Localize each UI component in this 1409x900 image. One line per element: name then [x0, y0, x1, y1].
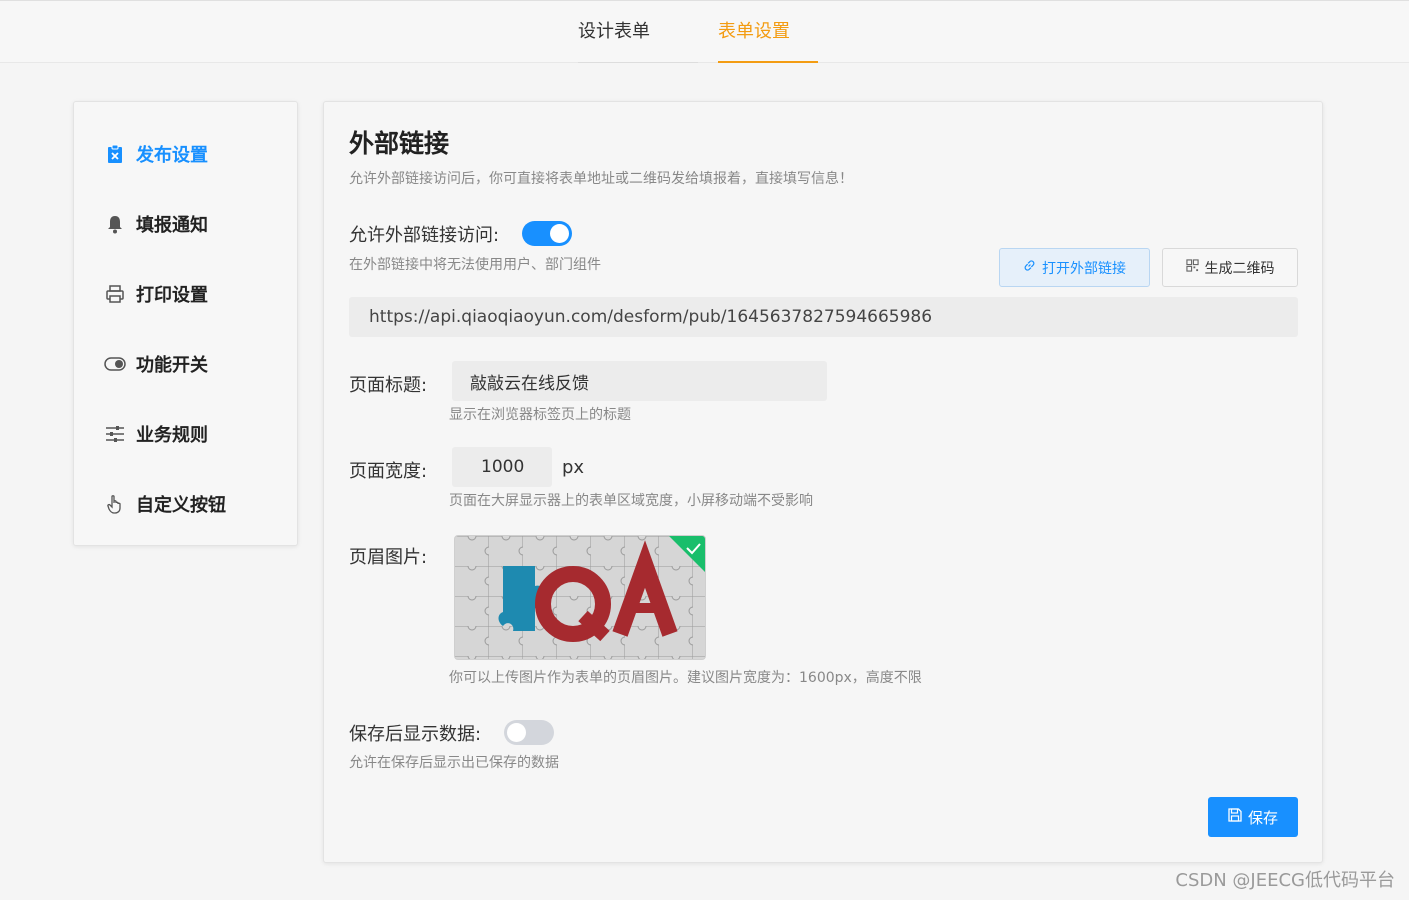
qrcode-icon: [1185, 259, 1199, 276]
tab-design-form[interactable]: 设计表单: [578, 1, 698, 63]
sidebar-item-publish[interactable]: 发布设置: [104, 139, 284, 169]
sidebar-item-label: 打印设置: [136, 285, 208, 306]
open-external-link-button[interactable]: 打开外部链接: [999, 248, 1150, 287]
page-width-label: 页面宽度:: [349, 461, 428, 482]
page-width-hint: 页面在大屏显示器上的表单区域宽度，小屏移动端不受影响: [449, 493, 813, 509]
watermark-text: CSDN @JEECG低代码平台: [1175, 870, 1395, 891]
page-title-label: 页面标题:: [349, 375, 428, 396]
external-access-switch[interactable]: [522, 221, 572, 246]
page-title-input[interactable]: [452, 361, 827, 401]
tab-form-settings[interactable]: 表单设置: [718, 1, 818, 63]
header-image-preview: [455, 536, 705, 659]
printer-icon: [104, 283, 126, 305]
save-icon: [1228, 808, 1242, 826]
page-width-input[interactable]: [452, 447, 552, 487]
open-link-label: 打开外部链接: [1042, 260, 1126, 277]
generate-qrcode-button[interactable]: 生成二维码: [1162, 248, 1298, 287]
settings-sidebar: 发布设置 填报通知 打印设置 功能开关 业务规则 自定义按钮: [73, 101, 298, 546]
save-label: 保存: [1247, 808, 1278, 827]
header-image-upload[interactable]: [454, 535, 706, 660]
sidebar-item-business-rules[interactable]: 业务规则: [104, 419, 284, 449]
header-image-hint: 你可以上传图片作为表单的页眉图片。建议图片宽度为：1600px，高度不限: [449, 670, 922, 686]
section-description: 允许外部链接访问后，你可直接将表单地址或二维码发给填报着，直接填写信息！: [349, 171, 853, 187]
top-tab-bar: 设计表单 表单设置: [0, 0, 1409, 63]
show-after-save-hint: 允许在保存后显示出已保存的数据: [349, 755, 559, 771]
page-title-hint: 显示在浏览器标签页上的标题: [449, 407, 631, 423]
sidebar-item-print[interactable]: 打印设置: [104, 279, 284, 309]
header-image-label: 页眉图片:: [349, 547, 428, 568]
page-width-unit: px: [562, 457, 585, 478]
sliders-icon: [104, 423, 126, 445]
link-icon: [1023, 259, 1036, 276]
sidebar-item-features[interactable]: 功能开关: [104, 349, 284, 379]
sidebar-item-custom-buttons[interactable]: 自定义按钮: [104, 489, 284, 519]
sidebar-item-label: 功能开关: [136, 355, 208, 376]
toggle-icon: [104, 353, 126, 375]
sidebar-item-label: 自定义按钮: [136, 495, 226, 516]
switch-knob: [507, 723, 526, 742]
save-button[interactable]: 保存: [1208, 797, 1298, 837]
section-title: 外部链接: [349, 129, 450, 158]
sidebar-item-label: 填报通知: [136, 215, 208, 236]
qrcode-label: 生成二维码: [1204, 260, 1275, 277]
show-after-save-label: 保存后显示数据:: [349, 724, 482, 745]
sidebar-item-label: 业务规则: [136, 425, 208, 446]
switch-knob: [550, 224, 569, 243]
bell-icon: [104, 213, 126, 235]
sidebar-item-notify[interactable]: 填报通知: [104, 209, 284, 239]
external-access-hint: 在外部链接中将无法使用用户、部门组件: [349, 257, 601, 273]
sidebar-item-label: 发布设置: [136, 145, 208, 166]
show-after-save-switch[interactable]: [504, 720, 554, 745]
external-url-display[interactable]: https://api.qiaoqiaoyun.com/desform/pub/…: [349, 297, 1298, 337]
pointer-hand-icon: [104, 493, 126, 515]
settings-panel: 外部链接 允许外部链接访问后，你可直接将表单地址或二维码发给填报着，直接填写信息…: [323, 101, 1323, 863]
clipboard-x-icon: [104, 143, 126, 165]
external-access-label: 允许外部链接访问:: [349, 225, 500, 246]
